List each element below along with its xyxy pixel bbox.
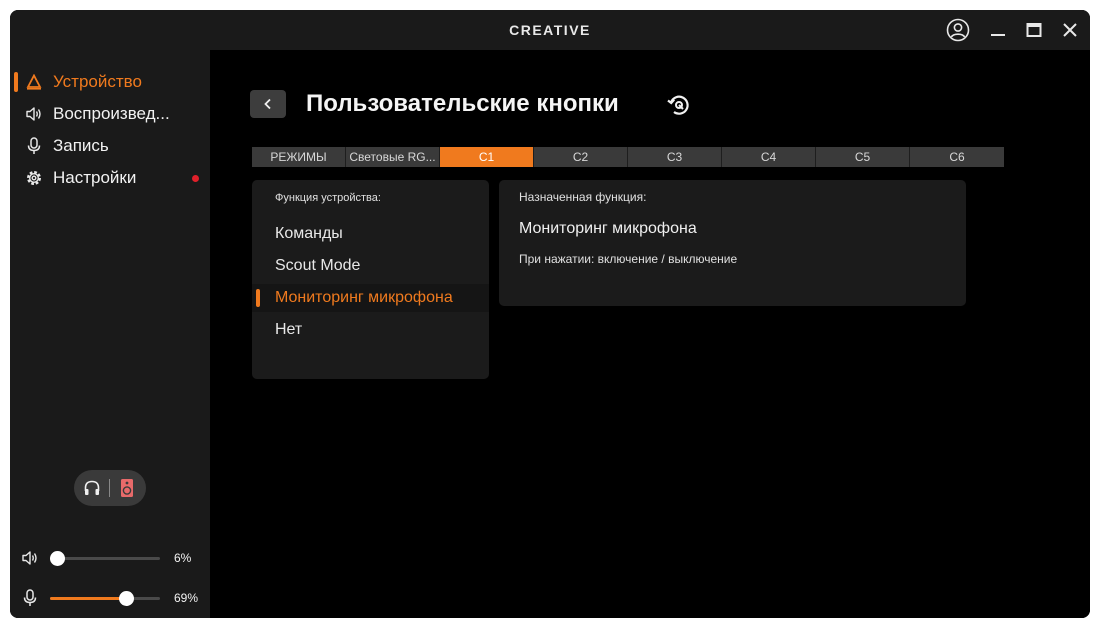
tab-c5[interactable]: C5 xyxy=(816,147,910,167)
sidebar-item-label: Настройки xyxy=(53,168,137,187)
function-item-scout-mode[interactable]: Scout Mode xyxy=(252,252,489,280)
sidebar-item-label: Запись xyxy=(53,136,109,155)
gear-icon xyxy=(27,171,41,185)
close-button[interactable] xyxy=(1056,16,1084,44)
device-function-label: Функция устройства: xyxy=(275,192,381,204)
tab-c4[interactable]: C4 xyxy=(722,147,816,167)
assigned-function-panel: Назначенная функция: Мониторинг микрофон… xyxy=(499,180,966,306)
toggle-divider xyxy=(109,479,110,497)
sidebar-item-playback[interactable]: Воспроизвед... xyxy=(10,100,210,128)
tab-c3[interactable]: C3 xyxy=(628,147,722,167)
button-tabs: РЕЖИМЫ Световые RG... C1 C2 C3 C4 C5 C6 xyxy=(252,147,1004,167)
microphone-icon xyxy=(23,589,37,606)
title-bar: CREATIVE xyxy=(10,10,1090,50)
selected-indicator xyxy=(256,289,260,307)
slider-track[interactable] xyxy=(49,551,160,566)
sidebar: Устройство Воспроизвед... Запись Настрой… xyxy=(10,50,210,618)
playback-volume-value: 6% xyxy=(174,551,192,565)
back-button[interactable] xyxy=(250,90,286,118)
chevron-left-icon xyxy=(264,98,271,110)
function-item-none[interactable]: Нет xyxy=(252,316,489,344)
function-item-label: Команды xyxy=(275,225,343,242)
recording-volume-slider[interactable]: 69% xyxy=(10,586,210,610)
app-window: CREATIVE Устройство Воспроизвед... Запис… xyxy=(10,10,1090,618)
sidebar-item-device[interactable]: Устройство xyxy=(10,68,210,96)
maximize-button[interactable] xyxy=(1020,16,1048,44)
reset-icon[interactable] xyxy=(666,92,692,118)
tab-c1[interactable]: C1 xyxy=(440,147,534,167)
brand-logo: CREATIVE xyxy=(509,22,591,38)
tab-c2[interactable]: C2 xyxy=(534,147,628,167)
slider-fill xyxy=(50,597,126,600)
main-content: Пользовательские кнопки РЕЖИМЫ Световые … xyxy=(210,50,1090,618)
function-item-commands[interactable]: Команды xyxy=(252,220,489,248)
page-title: Пользовательские кнопки xyxy=(306,90,619,117)
sidebar-item-settings[interactable]: Настройки xyxy=(10,164,210,192)
playback-volume-slider[interactable]: 6% xyxy=(10,546,210,570)
minimize-icon xyxy=(991,34,1005,36)
assigned-function-label: Назначенная функция: xyxy=(519,190,647,204)
device-icon xyxy=(26,74,42,90)
close-icon xyxy=(1063,23,1077,37)
maximize-icon xyxy=(1026,23,1042,37)
slider-thumb[interactable] xyxy=(49,551,65,566)
minimize-button[interactable] xyxy=(984,16,1012,44)
recording-volume-value: 69% xyxy=(174,591,199,605)
notification-dot xyxy=(192,175,199,182)
slider-thumb[interactable] xyxy=(118,591,134,606)
user-icon xyxy=(946,18,970,42)
assigned-function-name: Мониторинг микрофона xyxy=(519,220,697,237)
account-button[interactable] xyxy=(944,16,972,44)
function-item-label: Scout Mode xyxy=(275,257,361,274)
tab-lighting[interactable]: Световые RG... xyxy=(346,147,440,167)
speakers-icon xyxy=(121,479,133,497)
sidebar-item-label: Устройство xyxy=(53,72,142,91)
function-item-label: Нет xyxy=(275,321,303,338)
sidebar-item-recording[interactable]: Запись xyxy=(10,132,210,160)
tab-modes[interactable]: РЕЖИМЫ xyxy=(252,147,346,167)
tab-c6[interactable]: C6 xyxy=(910,147,1004,167)
slider-track[interactable] xyxy=(50,591,160,606)
sidebar-item-label: Воспроизвед... xyxy=(53,104,170,123)
function-item-label: Мониторинг микрофона xyxy=(275,289,453,306)
active-indicator xyxy=(14,72,18,92)
device-function-panel: Функция устройства: Команды Scout Mode М… xyxy=(252,180,489,379)
speaker-icon xyxy=(22,551,37,565)
assigned-function-description: При нажатии: включение / выключение xyxy=(519,252,738,266)
output-toggle[interactable] xyxy=(74,470,146,506)
microphone-icon xyxy=(27,137,41,154)
function-item-mic-monitoring[interactable]: Мониторинг микрофона xyxy=(252,284,489,312)
speaker-icon xyxy=(26,107,41,121)
headphones-icon xyxy=(84,480,100,495)
